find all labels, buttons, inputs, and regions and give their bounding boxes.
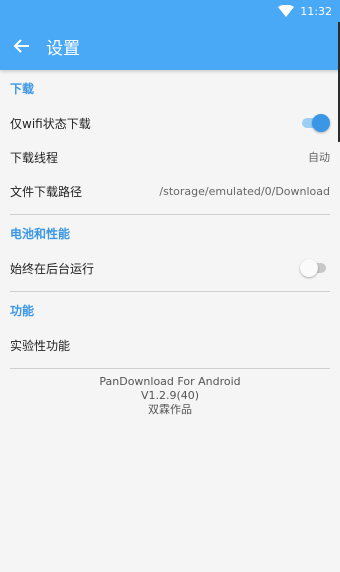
back-button[interactable]: [2, 22, 42, 70]
setting-value: /storage/emulated/0/Download: [159, 184, 330, 198]
switch-thumb: [300, 259, 318, 277]
wifi-only-switch[interactable]: [300, 114, 330, 132]
setting-download-threads[interactable]: 下载线程 自动: [0, 140, 340, 174]
setting-label: 下载线程: [10, 150, 59, 165]
app-version: V1.2.9(40): [140, 389, 200, 402]
app-name: PanDownload For Android: [99, 375, 241, 388]
setting-value: 自动: [308, 151, 330, 164]
app-author: 双霖作品: [148, 403, 192, 416]
setting-label: 实验性功能: [10, 338, 71, 353]
setting-download-path[interactable]: 文件下载路径 /storage/emulated/0/Download: [0, 174, 340, 208]
setting-label: 始终在后台运行: [10, 261, 95, 276]
background-run-switch[interactable]: [300, 259, 330, 277]
switch-thumb: [312, 114, 330, 132]
app-toolbar: 设置: [0, 22, 340, 70]
setting-label: 仅wifi状态下载: [10, 116, 91, 131]
wifi-icon: [278, 5, 295, 17]
about-footer: PanDownload For Android V1.2.9(40) 双霖作品: [0, 369, 340, 417]
status-bar: 11:32: [0, 0, 340, 22]
setting-label: 文件下载路径: [10, 184, 83, 199]
status-time: 11:32: [300, 4, 332, 18]
setting-wifi-only[interactable]: 仅wifi状态下载: [0, 106, 340, 140]
setting-background-run[interactable]: 始终在后台运行: [0, 251, 340, 285]
page-title: 设置: [46, 38, 80, 59]
arrow-left-icon: [13, 39, 29, 53]
section-header-features: 功能: [10, 303, 35, 318]
section-header-battery: 电池和性能: [10, 226, 71, 241]
setting-experimental[interactable]: 实验性功能: [0, 328, 340, 362]
settings-list: 下载 仅wifi状态下载 下载线程 自动 文件下载路径 /storage/emu…: [0, 70, 340, 417]
section-header-download: 下载: [10, 81, 35, 96]
